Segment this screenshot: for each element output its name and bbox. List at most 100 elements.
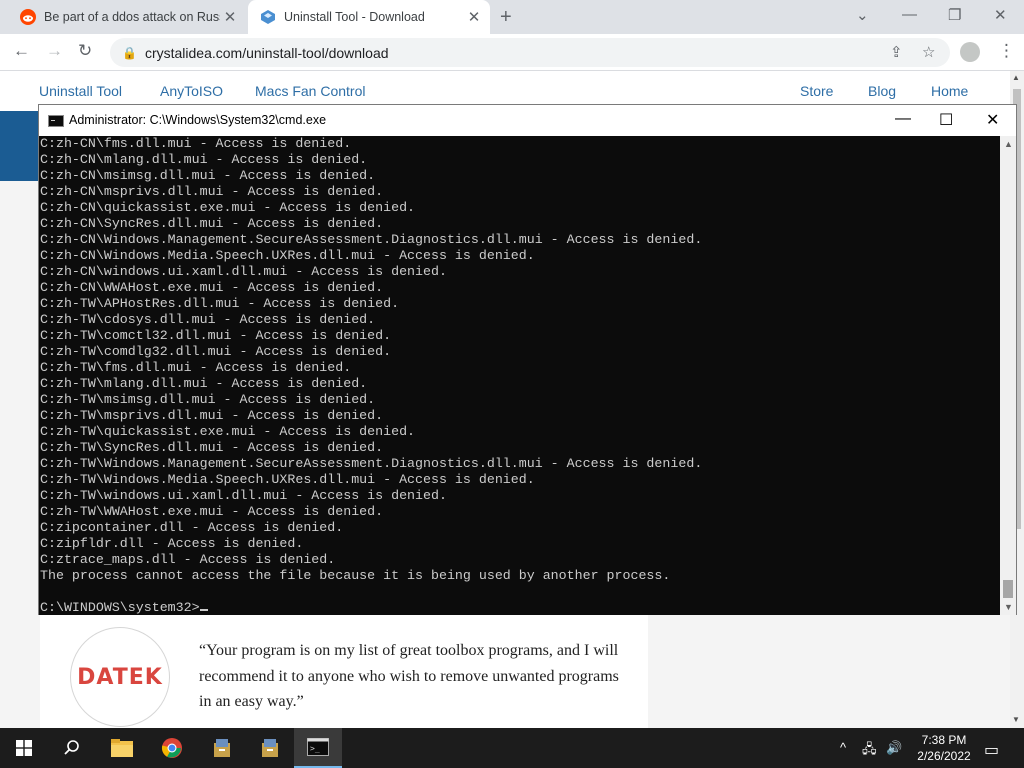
- console-line: C:zh-CN\msimsg.dll.mui - Access is denie…: [40, 168, 376, 183]
- console-line: C:zh-TW\msimsg.dll.mui - Access is denie…: [40, 392, 376, 407]
- clock[interactable]: 7:38 PM 2/26/2022: [912, 732, 976, 764]
- tab-reddit[interactable]: Be part of a ddos attack on Russ ✕: [8, 0, 246, 34]
- cmd-title: Administrator: C:\Windows\System32\cmd.e…: [69, 113, 327, 127]
- console-line: C:zh-TW\mlang.dll.mui - Access is denied…: [40, 376, 368, 391]
- console-line: C:zh-TW\quickassist.exe.mui - Access is …: [40, 424, 416, 439]
- installer-app-button-2[interactable]: [246, 728, 294, 768]
- tab-title: Uninstall Tool - Download: [284, 10, 425, 24]
- console-line: C:zipfldr.dll - Access is denied.: [40, 536, 304, 551]
- chrome-button[interactable]: [148, 728, 196, 768]
- console-line: C:zh-TW\fms.dll.mui - Access is denied.: [40, 360, 352, 375]
- console-line: C:zh-TW\cdosys.dll.mui - Access is denie…: [40, 312, 376, 327]
- console-line: C:zh-CN\msprivs.dll.mui - Access is deni…: [40, 184, 384, 199]
- nav-macs-fan-control[interactable]: Macs Fan Control: [255, 83, 365, 99]
- browser-toolbar: ← → ↻ 🔒 crystalidea.com/uninstall-tool/d…: [0, 34, 1024, 71]
- testimonial-card: DATEK “Your program is on my list of gre…: [40, 615, 648, 728]
- tray-chevron-icon[interactable]: ^: [840, 740, 846, 755]
- console-line: C:zh-TW\msprivs.dll.mui - Access is deni…: [40, 408, 384, 423]
- forward-button[interactable]: →: [46, 41, 63, 61]
- hero-banner: [0, 111, 40, 181]
- chrome-icon: [161, 738, 182, 758]
- close-window-button[interactable]: ✕: [994, 6, 1007, 24]
- cmd-scrollbar[interactable]: ▲ ▼: [1000, 136, 1016, 615]
- close-tab-icon[interactable]: ✕: [220, 8, 240, 26]
- cmd-minimize-button[interactable]: —: [895, 110, 911, 128]
- restore-button[interactable]: ❐: [948, 6, 961, 24]
- console-line: C:zipcontainer.dll - Access is denied.: [40, 520, 344, 535]
- start-button[interactable]: [0, 728, 48, 768]
- volume-icon[interactable]: 🔊: [886, 740, 902, 756]
- scroll-up-icon[interactable]: ▲: [1004, 139, 1013, 149]
- search-icon: [64, 740, 79, 755]
- clock-time: 7:38 PM: [921, 733, 967, 747]
- scrollbar-thumb[interactable]: [1003, 580, 1013, 598]
- console-line: C:zh-CN\windows.ui.xaml.dll.mui - Access…: [40, 264, 447, 279]
- profile-avatar[interactable]: [960, 42, 980, 62]
- console-line: C:zh-TW\WWAHost.exe.mui - Access is deni…: [40, 504, 384, 519]
- tab-search-icon[interactable]: ⌄: [856, 6, 869, 24]
- cmd-maximize-button[interactable]: ☐: [939, 110, 953, 130]
- network-icon[interactable]: 🖧: [862, 740, 877, 762]
- back-button[interactable]: ←: [13, 41, 30, 61]
- uninstall-tool-icon: [261, 10, 275, 24]
- taskbar: >_ ^ 🖧 🔊 7:38 PM 2/26/2022 ▭: [0, 728, 1024, 768]
- console-line: C:zh-CN\quickassist.exe.mui - Access is …: [40, 200, 416, 215]
- minimize-button[interactable]: —: [902, 6, 917, 23]
- scroll-up-icon[interactable]: ▲: [1012, 73, 1020, 82]
- search-button[interactable]: [48, 728, 96, 768]
- cmd-window: Administrator: C:\Windows\System32\cmd.e…: [38, 104, 1017, 615]
- nav-uninstall-tool[interactable]: Uninstall Tool: [39, 83, 122, 99]
- console-line: C:zh-TW\comctl32.dll.mui - Access is den…: [40, 328, 392, 343]
- console-line: C:\WINDOWS\system32>: [40, 600, 1000, 615]
- cmd-titlebar[interactable]: Administrator: C:\Windows\System32\cmd.e…: [39, 105, 1016, 136]
- nav-home[interactable]: Home: [931, 83, 968, 99]
- cmd-close-button[interactable]: ✕: [986, 110, 999, 130]
- nav-blog[interactable]: Blog: [868, 83, 896, 99]
- console-line: C:zh-CN\Windows.Management.SecureAssessm…: [40, 232, 703, 247]
- clock-date: 2/26/2022: [917, 749, 971, 763]
- console-line: C:zh-CN\Windows.Media.Speech.UXRes.dll.m…: [40, 248, 535, 263]
- address-bar[interactable]: 🔒 crystalidea.com/uninstall-tool/downloa…: [110, 38, 950, 67]
- tab-uninstall-tool[interactable]: Uninstall Tool - Download ✕: [248, 0, 490, 34]
- datek-logo: DATEK: [70, 627, 170, 727]
- windows-logo-icon: [16, 740, 32, 756]
- scroll-down-icon[interactable]: ▼: [1004, 602, 1013, 612]
- url-text: crystalidea.com/uninstall-tool/download: [144, 44, 389, 61]
- cmd-taskbar-button[interactable]: >_: [294, 728, 342, 768]
- nav-anytoiso[interactable]: AnyToISO: [160, 83, 223, 99]
- cmd-icon: [48, 115, 64, 127]
- reddit-icon: [20, 9, 36, 25]
- console-line: C:zh-TW\Windows.Management.SecureAssessm…: [40, 456, 703, 471]
- testimonial-quote: “Your program is on my list of great too…: [199, 642, 619, 710]
- notification-icon[interactable]: ▭: [984, 740, 999, 760]
- installer-icon: [262, 739, 278, 757]
- console-line: The process cannot access the file becau…: [40, 568, 671, 583]
- text-cursor: [199, 609, 208, 611]
- new-tab-button[interactable]: +: [500, 6, 512, 29]
- reload-button[interactable]: ↻: [78, 41, 92, 61]
- file-explorer-button[interactable]: [98, 728, 146, 768]
- console-line: C:zh-TW\comdlg32.dll.mui - Access is den…: [40, 344, 392, 359]
- console-line: C:zh-CN\SyncRes.dll.mui - Access is deni…: [40, 216, 384, 231]
- console-line: C:zh-CN\fms.dll.mui - Access is denied.: [40, 136, 352, 151]
- browser-menu-icon[interactable]: ⋮: [998, 41, 1015, 61]
- installer-app-button[interactable]: [198, 728, 246, 768]
- console-output[interactable]: C:zh-CN\fms.dll.mui - Access is denied. C…: [39, 136, 1000, 615]
- installer-icon: [214, 739, 230, 757]
- nav-store[interactable]: Store: [800, 83, 833, 99]
- console-line: C:zh-TW\APHostRes.dll.mui - Access is de…: [40, 296, 400, 311]
- bookmark-star-icon[interactable]: ☆: [922, 43, 935, 61]
- console-line: C:zh-CN\WWAHost.exe.mui - Access is deni…: [40, 280, 384, 295]
- console-line: C:zh-TW\SyncRes.dll.mui - Access is deni…: [40, 440, 384, 455]
- console-line: C:zh-TW\windows.ui.xaml.dll.mui - Access…: [40, 488, 447, 503]
- browser-tab-strip: Be part of a ddos attack on Russ ✕ Unins…: [0, 0, 1024, 34]
- folder-icon: [111, 739, 133, 757]
- share-icon[interactable]: ⇪: [890, 43, 903, 61]
- lock-icon[interactable]: 🔒: [122, 46, 137, 60]
- tab-title: Be part of a ddos attack on Russ: [44, 10, 220, 24]
- console-line: C:ztrace_maps.dll - Access is denied.: [40, 552, 336, 567]
- console-line: C:zh-CN\mlang.dll.mui - Access is denied…: [40, 152, 368, 167]
- scroll-down-icon[interactable]: ▼: [1012, 715, 1020, 724]
- close-tab-icon[interactable]: ✕: [464, 8, 484, 26]
